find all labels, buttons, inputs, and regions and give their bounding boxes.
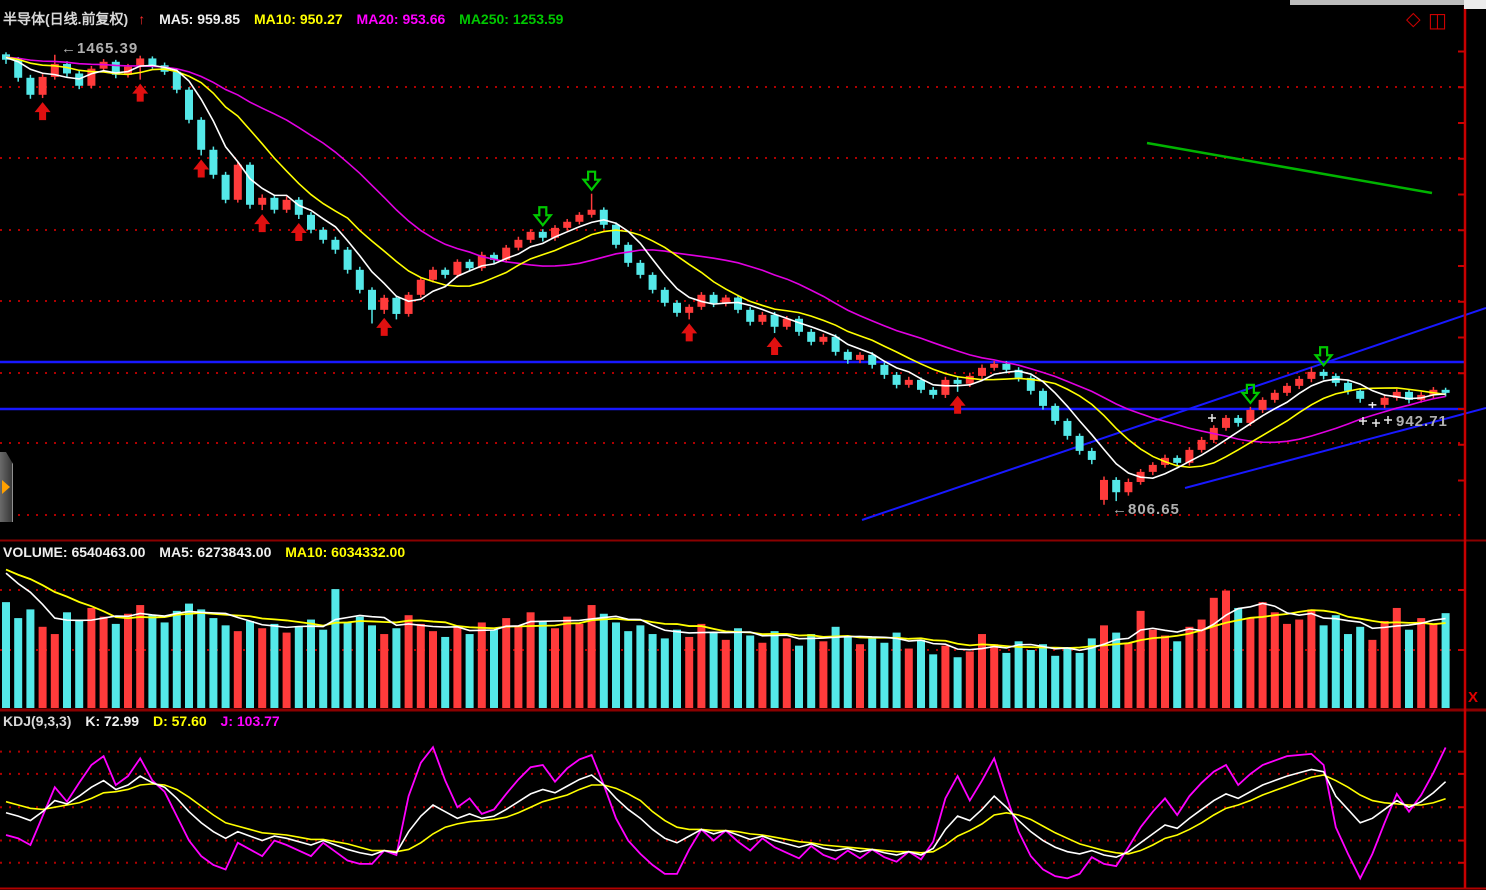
period-high-label: ←1465.39 <box>61 40 139 57</box>
ma5-value: MA5: 959.85 <box>159 11 241 27</box>
ma250-value: MA250: 1253.59 <box>459 11 564 27</box>
window-top-corner <box>1464 0 1486 9</box>
instrument-title: 半导体(日线.前复权) <box>3 11 129 27</box>
x-axis-button[interactable]: X <box>1468 689 1478 706</box>
kdj-j-value: J: 103.77 <box>220 713 280 729</box>
kdj-panel-header: KDJ(9,3,3) K: 72.99 D: 57.60 J: 103.77 <box>3 713 290 729</box>
up-arrow-icon: ↑ <box>138 11 146 27</box>
kdj-d-value: D: 57.60 <box>152 713 207 729</box>
volume-value: VOLUME: 6540463.00 <box>3 544 146 560</box>
stock-chart-canvas[interactable] <box>0 0 1486 890</box>
main-chart-header: 半导体(日线.前复权) ↑ MA5: 959.85 MA10: 950.27 MA… <box>3 9 573 29</box>
split-window-icon[interactable]: ◫ <box>1428 8 1447 33</box>
volume-ma5-value: MA5: 6273843.00 <box>159 544 272 560</box>
ma20-value: MA20: 953.66 <box>356 11 446 27</box>
volume-panel-header: VOLUME: 6540463.00 MA5: 6273843.00 MA10:… <box>3 544 415 560</box>
expand-arrow-icon <box>2 480 10 494</box>
last-price-label: 942.71 <box>1396 413 1448 430</box>
period-low-label: ←806.65 <box>1112 501 1180 518</box>
kdj-k-value: K: 72.99 <box>85 713 140 729</box>
kdj-indicator-name: KDJ(9,3,3) <box>3 713 72 729</box>
window-top-strip <box>1290 0 1486 5</box>
volume-ma10-value: MA10: 6034332.00 <box>285 544 406 560</box>
diamond-icon[interactable]: ◇ <box>1406 8 1421 31</box>
ma10-value: MA10: 950.27 <box>253 11 343 27</box>
sidebar-expand-tab[interactable] <box>0 452 13 522</box>
